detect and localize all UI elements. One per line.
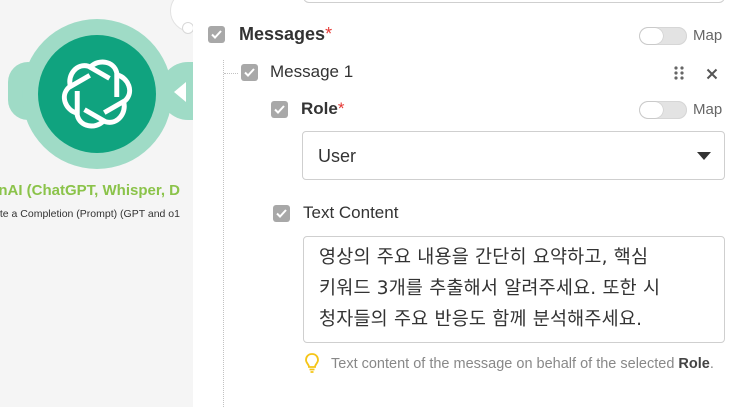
lightbulb-icon	[304, 352, 320, 379]
toggle-knob	[640, 28, 663, 44]
messages-label-text: Messages	[239, 24, 326, 44]
module-subtitle: ate a Completion (Prompt) (GPT and o1	[0, 208, 180, 220]
messages-map-label: Map	[693, 27, 723, 44]
canvas-connector-dot	[182, 22, 193, 34]
scenario-canvas: enAI (ChatGPT, Whisper, D ate a Completi…	[0, 0, 193, 407]
openai-module[interactable]	[38, 35, 156, 153]
role-label-text: Role	[301, 99, 338, 118]
message-1-label: Message 1	[270, 62, 354, 81]
text-content-collapse-checkbox[interactable]	[273, 205, 290, 222]
hint-suffix: .	[709, 356, 714, 372]
check-icon	[211, 30, 222, 39]
module-settings-panel: Messages* Map Message 1 Role* Map User T…	[193, 0, 737, 407]
previous-field-box	[303, 0, 725, 3]
close-icon[interactable]	[706, 67, 718, 85]
drag-handle-icon[interactable]	[674, 66, 684, 85]
openai-logo-icon	[61, 59, 133, 129]
messages-label: Messages*	[239, 24, 332, 45]
text-content-textarea[interactable]: 영상의 주요 내용을 간단히 요약하고, 핵심 키워드 3개를 추출해서 알려주…	[303, 236, 725, 343]
check-icon	[276, 209, 287, 218]
tree-guide-line	[223, 60, 224, 407]
required-mark: *	[325, 24, 333, 44]
messages-map-toggle[interactable]	[639, 27, 687, 45]
role-label: Role*	[301, 99, 344, 119]
text-content-value: 영상의 주요 내용을 간단히 요약하고, 핵심 키워드 3개를 추출해서 알려주…	[319, 247, 661, 330]
role-map-label: Map	[693, 101, 723, 118]
module-title: enAI (ChatGPT, Whisper, D	[0, 182, 181, 199]
required-mark: *	[337, 99, 345, 118]
tree-guide-branch	[224, 73, 238, 74]
role-collapse-checkbox[interactable]	[271, 101, 288, 118]
check-icon	[244, 68, 255, 77]
toggle-knob	[640, 102, 663, 118]
caret-down-icon	[697, 152, 711, 160]
text-content-label: Text Content	[303, 203, 399, 222]
text-content-hint: Text content of the message on behalf of…	[331, 354, 726, 375]
role-map-toggle[interactable]	[639, 101, 687, 119]
messages-collapse-checkbox[interactable]	[208, 26, 225, 43]
hint-role-bold: Role	[678, 356, 710, 372]
role-select-value: User	[318, 146, 357, 166]
module-pointer	[174, 82, 186, 102]
check-icon	[274, 105, 285, 114]
role-select[interactable]: User	[302, 131, 725, 180]
message-1-collapse-checkbox[interactable]	[241, 64, 258, 81]
hint-prefix: Text content of the message on behalf of…	[331, 356, 679, 372]
